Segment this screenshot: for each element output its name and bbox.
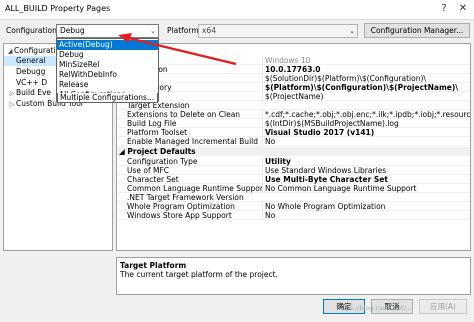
property-grid: Windows 10 DK Version10.0.17763.0 rector… — [116, 43, 471, 251]
configuration-manager-button[interactable]: Configuration Manager... — [364, 23, 470, 38]
watermark: https://blog.csdn.net/... — [336, 304, 412, 312]
configuration-label: Configuration: — [6, 26, 60, 35]
dropdown-option-multiple-configurations-visible[interactable]: Multiple Configurations... — [57, 93, 158, 103]
close-button[interactable]: ✕ — [456, 2, 470, 16]
property-value: No Whole Program Optimization — [262, 202, 470, 211]
configuration-value: Debug — [60, 26, 85, 35]
property-row[interactable]: Windows 10 — [117, 56, 470, 65]
property-value: Utility — [262, 157, 470, 166]
expand-toggle-icon[interactable]: ▷ — [8, 100, 16, 110]
property-row[interactable]: Use of MFC Use Standard Windows Libraries — [117, 166, 470, 175]
platform-label: Platform: — [167, 26, 202, 35]
property-row[interactable]: $(ProjectName) — [117, 92, 470, 101]
property-row[interactable]: rectory$(SolutionDir)$(Platform)\$(Confi… — [117, 74, 470, 83]
property-row[interactable]: te Directory$(Platform)\$(Configuration)… — [117, 83, 470, 92]
property-row[interactable]: DK Version10.0.17763.0 — [117, 65, 470, 74]
description-title: Target Platform — [120, 261, 187, 270]
section-label: Project Defaults — [127, 147, 196, 156]
property-name: Enable Managed Incremental Build — [127, 137, 258, 146]
property-row[interactable]: Build Log File $(IntDir)$(MSBuildProjectN… — [117, 119, 470, 128]
property-row[interactable]: Platform Toolset Visual Studio 2017 (v141… — [117, 128, 470, 137]
tree-item-label: VC++ D — [16, 78, 48, 87]
property-row[interactable]: Common Language Runtime Support No Common… — [117, 184, 470, 193]
property-value: Use Multi-Byte Character Set — [262, 175, 470, 184]
property-row[interactable]: Windows Store App Support No — [117, 211, 470, 220]
property-value: *.cdf;*.cache;*.obj;*.obj.enc;*.ilk;*.ip… — [262, 110, 470, 119]
section-title: ◢ Project Defaults — [119, 147, 254, 156]
section-header-project-defaults[interactable]: ◢ Project Defaults — [117, 147, 470, 156]
property-value: Use Standard Windows Libraries — [262, 166, 470, 175]
property-name: Platform Toolset — [127, 128, 188, 137]
property-row[interactable]: Configuration Type Utility — [117, 157, 470, 166]
property-name: .NET Target Framework Version — [127, 193, 244, 202]
tree-item-label: Configuratio — [14, 46, 61, 55]
property-value: $(Platform)\$(Configuration)\$(ProjectNa… — [262, 83, 470, 92]
property-value: $(SolutionDir)$(Platform)\$(Configuratio… — [262, 74, 470, 83]
property-row[interactable]: Whole Program Optimization No Whole Progr… — [117, 202, 470, 211]
property-name: Use of MFC — [127, 166, 170, 175]
property-name: Build Log File — [127, 119, 177, 128]
property-value: 10.0.17763.0 — [262, 65, 470, 74]
tree-item-label: Build Eve — [16, 88, 52, 97]
platform-value: x64 — [202, 26, 216, 35]
property-row[interactable]: .NET Target Framework Version — [117, 193, 470, 202]
property-value: No — [262, 137, 470, 146]
property-value: $(IntDir)$(MSBuildProjectName).log — [262, 119, 470, 128]
dropdown-option-debug[interactable]: Debug — [57, 50, 158, 60]
property-value: No — [262, 211, 470, 220]
tree-item-label: Debugg — [16, 67, 46, 76]
dropdown-option-release[interactable]: Release — [57, 80, 158, 90]
configuration-combo[interactable]: Debug ⌄ — [56, 24, 159, 38]
property-value: Visual Studio 2017 (v141) — [262, 128, 470, 137]
property-row[interactable]: Enable Managed Incremental Build No — [117, 137, 470, 146]
property-value: $(ProjectName) — [262, 92, 470, 101]
dropdown-option-minsizerel[interactable]: MinSizeRel — [57, 60, 158, 70]
property-row[interactable]: Character Set Use Multi-Byte Character Se… — [117, 175, 470, 184]
property-name: Whole Program Optimization — [127, 202, 235, 211]
property-name: Windows Store App Support — [127, 211, 232, 220]
platform-combo[interactable]: x64 ⌄ — [198, 24, 358, 38]
window-title: ALL_BUILD Property Pages — [5, 4, 111, 13]
title-bar: ALL_BUILD Property Pages ? ✕ — [0, 0, 474, 20]
property-name: Common Language Runtime Support — [127, 184, 262, 193]
expand-toggle-icon[interactable]: ▷ — [8, 89, 16, 99]
property-name: Extensions to Delete on Clean — [127, 110, 241, 119]
property-row[interactable]: Extensions to Delete on Clean *.cdf;*.cac… — [117, 110, 470, 119]
description-panel: Target Platform The current target platf… — [116, 257, 471, 295]
property-name: Character Set — [127, 175, 179, 184]
property-value: No Common Language Runtime Support — [262, 184, 470, 193]
description-text: The current target platform of the proje… — [120, 270, 278, 279]
help-button[interactable]: ? — [437, 2, 451, 16]
dropdown-option-relwithdebinfo[interactable]: RelWithDebInfo — [57, 70, 158, 80]
apply-button[interactable]: 应用(A) — [419, 299, 467, 314]
tree-item-label: General — [16, 56, 46, 65]
chevron-down-icon: ⌄ — [349, 27, 355, 35]
chevron-down-icon: ⌄ — [150, 27, 156, 35]
property-name: Configuration Type — [127, 157, 198, 166]
dropdown-option-active-debug[interactable]: Active(Debug) — [57, 40, 158, 50]
property-value: Windows 10 — [262, 56, 470, 65]
property-row[interactable]: Target Extension — [117, 101, 470, 110]
